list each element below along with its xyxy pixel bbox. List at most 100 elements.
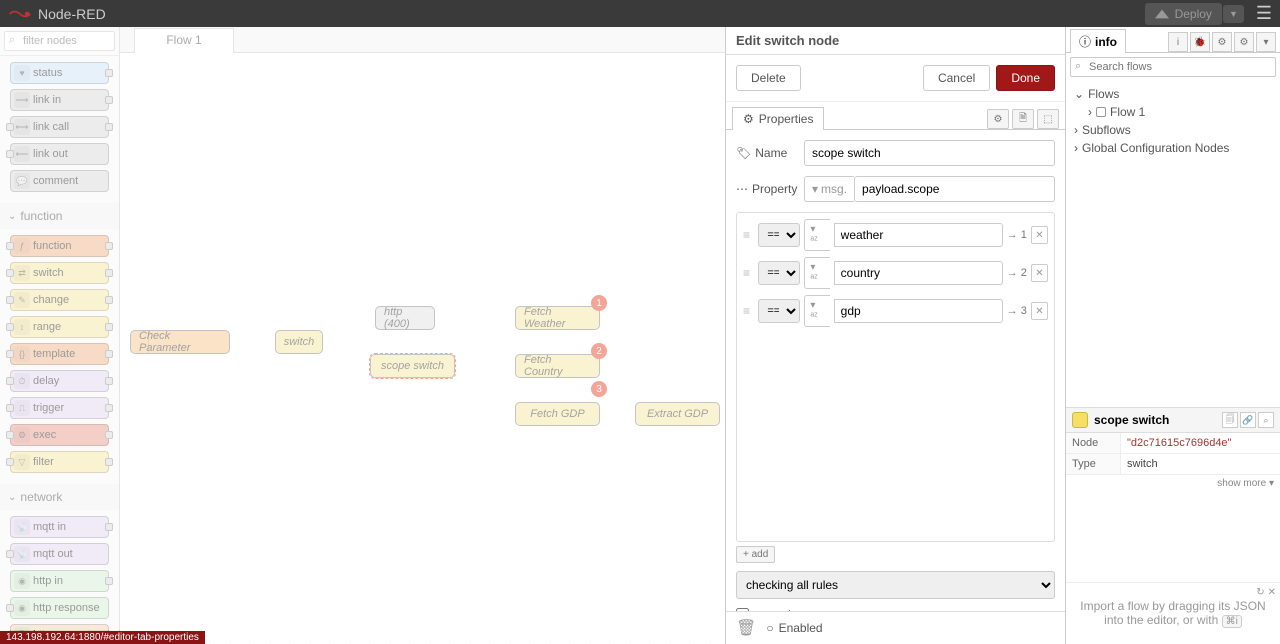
done-button[interactable]: Done xyxy=(996,65,1055,91)
enabled-toggle[interactable]: ○ Enabled xyxy=(766,621,822,635)
rule-value-input[interactable] xyxy=(834,299,1003,323)
palette-node-mqtt-in[interactable]: 📡mqtt in xyxy=(10,516,109,538)
deploy-dropdown[interactable]: ▼ xyxy=(1223,5,1244,23)
palette-filter-input[interactable] xyxy=(4,31,115,51)
palette-node-http-in[interactable]: ◉http in xyxy=(10,570,109,592)
delete-button[interactable]: Delete xyxy=(736,65,801,91)
node-appearance-icon[interactable]: ⬚ xyxy=(1037,109,1059,129)
sidebar-debug-icon[interactable]: 🐞 xyxy=(1190,32,1210,52)
rule-operator-select[interactable]: == xyxy=(758,299,800,323)
sidebar-dropdown[interactable]: ▾ xyxy=(1256,32,1276,52)
property-input[interactable] xyxy=(854,176,1055,202)
sidebar-context-icon[interactable]: ⚙ xyxy=(1234,32,1254,52)
palette-node-function[interactable]: ƒfunction xyxy=(10,235,109,257)
rule-operator-select[interactable]: == xyxy=(758,261,800,285)
palette-node-range[interactable]: ↕range xyxy=(10,316,109,338)
selected-node-header: scope switch 🗐 🔗 ⌕ xyxy=(1066,407,1280,433)
node-id-value[interactable]: "d2c71615c7696d4e" xyxy=(1121,433,1280,453)
deploy-button[interactable]: Deploy xyxy=(1145,3,1222,25)
rule-value-input[interactable] xyxy=(834,261,1003,285)
edit-panel: Edit switch node Delete Cancel Done ⚙Pro… xyxy=(725,27,1065,644)
rule-type-selector[interactable]: ▾ ᵃᶻ xyxy=(804,295,829,327)
rule-row: ≡ == ▾ ᵃᶻ → 2 ✕ xyxy=(743,257,1048,289)
info-icon: ⓘ xyxy=(1079,33,1091,50)
tree-flow-1[interactable]: › Flow 1 xyxy=(1074,103,1272,121)
palette-node-delay[interactable]: ⏱delay xyxy=(10,370,109,392)
rule-type-selector[interactable]: ▾ ᵃᶻ xyxy=(804,219,829,251)
hint-close-icon[interactable]: ✕ xyxy=(1268,587,1276,598)
name-input[interactable] xyxy=(804,140,1055,166)
palette-node-exec[interactable]: ⚙exec xyxy=(10,424,109,446)
flow-canvas[interactable]: Check Parameter switch http (400) scope … xyxy=(120,53,725,644)
rule-type-selector[interactable]: ▾ ᵃᶻ xyxy=(804,257,829,289)
palette-node-mqtt-out[interactable]: 📡mqtt out xyxy=(10,543,109,565)
app-logo: Node-RED xyxy=(8,6,106,22)
flow-node-check-parameter[interactable]: Check Parameter xyxy=(130,330,230,354)
cancel-button[interactable]: Cancel xyxy=(923,65,990,91)
node-action-copy-icon[interactable]: 🗐 xyxy=(1222,412,1238,428)
main-menu-button[interactable]: ☰ xyxy=(1256,3,1272,24)
rule-row: ≡ == ▾ ᵃᶻ → 1 ✕ xyxy=(743,219,1048,251)
properties-tab[interactable]: ⚙Properties xyxy=(732,107,824,130)
node-palette: ♥status ⟶link in ⟷link call ⟵link out 💬c… xyxy=(0,27,120,644)
workspace: Flow 1 Check Parameter switch http (400)… xyxy=(120,27,725,644)
drag-handle-icon[interactable]: ≡ xyxy=(743,228,754,242)
palette-node-link-in[interactable]: ⟶link in xyxy=(10,89,109,111)
drag-handle-icon[interactable]: ≡ xyxy=(743,266,754,280)
node-settings-icon[interactable]: ⚙ xyxy=(987,109,1009,129)
palette-node-trigger[interactable]: ⎍trigger xyxy=(10,397,109,419)
node-description-icon[interactable]: 🗎 xyxy=(1012,109,1034,129)
flow-node-fetch-weather[interactable]: Fetch Weather1 xyxy=(515,306,600,330)
delete-rule-button[interactable]: ✕ xyxy=(1031,264,1048,282)
flow-node-fetch-gdp[interactable]: Fetch GDP3 xyxy=(515,402,600,426)
flow-node-extract-gdp[interactable]: Extract GDP xyxy=(635,402,720,426)
tree-subflows[interactable]: › Subflows xyxy=(1074,121,1272,139)
add-rule-button[interactable]: + add xyxy=(736,546,775,563)
flow-node-switch[interactable]: switch xyxy=(275,330,323,354)
app-header: Node-RED Deploy ▼ ☰ xyxy=(0,0,1280,27)
change-badge: 1 xyxy=(591,295,607,311)
palette-node-http-response[interactable]: ◉http response xyxy=(10,597,109,619)
palette-node-comment[interactable]: 💬comment xyxy=(10,170,109,192)
node-action-link-icon[interactable]: 🔗 xyxy=(1240,412,1256,428)
node-properties-table: Node"d2c71615c7696d4e" Typeswitch xyxy=(1066,433,1280,475)
hint-refresh-icon[interactable]: ↻ xyxy=(1256,587,1264,598)
property-type-selector[interactable]: ▾ msg. xyxy=(804,176,854,202)
rule-row: ≡ == ▾ ᵃᶻ → 3 ✕ xyxy=(743,295,1048,327)
flow-tree: ⌄ Flows › Flow 1 › Subflows › Global Con… xyxy=(1066,81,1280,161)
palette-node-filter[interactable]: ▽filter xyxy=(10,451,109,473)
show-more-link[interactable]: show more ▾ xyxy=(1066,475,1280,492)
rule-output: → 2 xyxy=(1007,267,1027,279)
palette-node-status[interactable]: ♥status xyxy=(10,62,109,84)
rule-output: → 3 xyxy=(1007,305,1027,317)
footer-icon[interactable]: 🗑 xyxy=(736,618,756,638)
palette-node-link-out[interactable]: ⟵link out xyxy=(10,143,109,165)
flow-node-scope-switch[interactable]: scope switch xyxy=(370,354,455,378)
palette-category-network[interactable]: network xyxy=(0,484,119,510)
palette-node-template[interactable]: {}template xyxy=(10,343,109,365)
palette-node-switch[interactable]: ⇄switch xyxy=(10,262,109,284)
drag-handle-icon[interactable]: ≡ xyxy=(743,304,754,318)
checking-mode-select[interactable]: checking all rules xyxy=(736,571,1055,599)
sidebar-help-icon[interactable]: i xyxy=(1168,32,1188,52)
node-action-search-icon[interactable]: ⌕ xyxy=(1258,412,1274,428)
keyboard-shortcut: ⌘i xyxy=(1222,615,1242,628)
flow-node-fetch-country[interactable]: Fetch Country2 xyxy=(515,354,600,378)
delete-rule-button[interactable]: ✕ xyxy=(1031,302,1048,320)
delete-rule-button[interactable]: ✕ xyxy=(1031,226,1048,244)
info-tab[interactable]: ⓘ info xyxy=(1070,29,1126,53)
tree-global-config[interactable]: › Global Configuration Nodes xyxy=(1074,139,1272,157)
rule-value-input[interactable] xyxy=(834,223,1003,247)
info-sidebar: ⓘ info i 🐞 ⚙ ⚙ ▾ ⌄ Flows › Flow 1 › Subf… xyxy=(1065,27,1280,644)
rule-operator-select[interactable]: == xyxy=(758,223,800,247)
palette-node-change[interactable]: ✎change xyxy=(10,289,109,311)
palette-node-link-call[interactable]: ⟷link call xyxy=(10,116,109,138)
sidebar-config-icon[interactable]: ⚙ xyxy=(1212,32,1232,52)
tree-flows[interactable]: ⌄ Flows xyxy=(1074,85,1272,103)
sidebar-search-input[interactable] xyxy=(1070,57,1276,77)
flow-node-http-400[interactable]: http (400) xyxy=(375,306,435,330)
flow-tab[interactable]: Flow 1 xyxy=(134,28,234,53)
palette-category-function[interactable]: function xyxy=(0,203,119,229)
selected-node-name: scope switch xyxy=(1094,413,1169,427)
node-type-icon xyxy=(1072,412,1088,428)
